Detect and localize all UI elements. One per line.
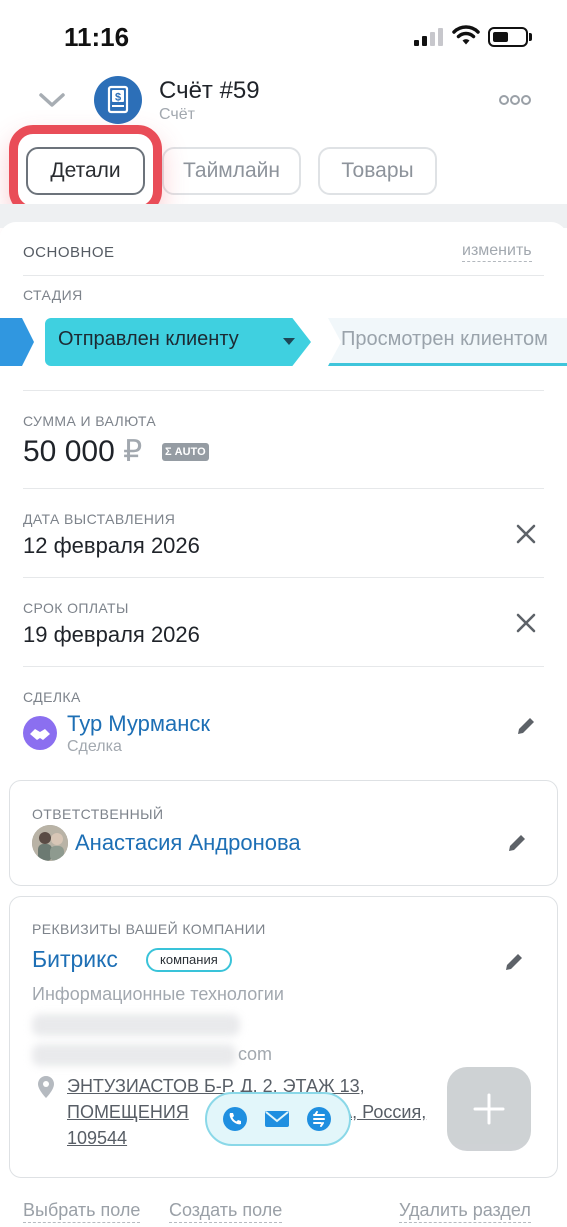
phone-icon[interactable] bbox=[222, 1106, 248, 1132]
battery-tip bbox=[529, 33, 532, 41]
close-icon[interactable] bbox=[515, 612, 537, 634]
amount-number: 50 000 bbox=[23, 435, 115, 468]
cellular-signal-icon bbox=[414, 28, 444, 46]
due-date-value[interactable]: 19 февраля 2026 bbox=[23, 622, 200, 648]
company-badge: компания bbox=[146, 948, 232, 972]
company-industry: Информационные технологии bbox=[32, 984, 284, 1004]
issue-date-value[interactable]: 12 февраля 2026 bbox=[23, 533, 200, 559]
page-title: Счёт #59 bbox=[159, 77, 260, 104]
edit-section-link[interactable]: изменить bbox=[462, 242, 532, 262]
chevron-down-icon[interactable] bbox=[38, 88, 66, 112]
svg-text:$: $ bbox=[115, 92, 121, 104]
stage-current-label: Отправлен клиенту bbox=[58, 328, 239, 350]
stage-previous[interactable] bbox=[0, 318, 36, 366]
email-suffix: com bbox=[238, 1044, 273, 1064]
amount-label: СУММА И ВАЛЮТА bbox=[23, 413, 157, 429]
issue-date-label: ДАТА ВЫСТАВЛЕНИЯ bbox=[23, 511, 176, 527]
handshake-icon bbox=[30, 729, 50, 740]
responsible-link[interactable]: Анастасия Андронова bbox=[75, 830, 301, 856]
divider bbox=[23, 666, 544, 667]
deal-label: СДЕЛКА bbox=[23, 689, 81, 705]
close-icon[interactable] bbox=[515, 523, 537, 545]
add-button[interactable] bbox=[447, 1067, 531, 1151]
deal-avatar bbox=[23, 716, 57, 750]
company-link[interactable]: Битрикс bbox=[32, 946, 118, 973]
create-field-link[interactable]: Создать поле bbox=[169, 1200, 283, 1223]
wifi-icon bbox=[452, 25, 480, 45]
section-title: ОСНОВНОЕ bbox=[23, 244, 115, 261]
invoice-icon: $ bbox=[107, 85, 129, 114]
user-photo bbox=[32, 825, 68, 861]
auto-label: AUTO bbox=[174, 446, 206, 458]
select-field-link[interactable]: Выбрать поле bbox=[23, 1200, 141, 1223]
stage-next-label: Просмотрен клиентом bbox=[341, 328, 548, 350]
divider bbox=[23, 390, 544, 391]
divider bbox=[23, 275, 544, 276]
location-pin-icon bbox=[38, 1076, 54, 1098]
company-label: РЕКВИЗИТЫ ВАШЕЙ КОМПАНИИ bbox=[32, 921, 266, 937]
tab-highlight-ring bbox=[9, 125, 162, 215]
responsible-label: ОТВЕТСТВЕННЫЙ bbox=[32, 806, 164, 822]
redacted-email bbox=[32, 1044, 236, 1066]
deal-type: Сделка bbox=[67, 738, 122, 755]
redacted-phone bbox=[32, 1014, 240, 1036]
invoice-avatar: $ bbox=[94, 76, 142, 124]
divider bbox=[23, 488, 544, 489]
pencil-icon[interactable] bbox=[505, 831, 529, 855]
currency-symbol: ₽ bbox=[123, 435, 143, 468]
avatar bbox=[32, 825, 68, 861]
auto-sum-badge: Σ AUTO bbox=[162, 443, 209, 461]
amount-value[interactable]: 50 000 ₽ bbox=[23, 434, 142, 469]
tab-timeline[interactable]: Таймлайн bbox=[162, 147, 301, 195]
battery-icon bbox=[488, 27, 528, 47]
address-line-2-start: ПОМЕЩЕНИЯ bbox=[67, 1102, 189, 1122]
pencil-icon[interactable] bbox=[502, 950, 526, 974]
deal-link[interactable]: Тур Мурманск bbox=[67, 711, 210, 737]
communication-bar bbox=[205, 1092, 351, 1146]
divider bbox=[23, 577, 544, 578]
pencil-icon[interactable] bbox=[514, 714, 538, 738]
mail-icon[interactable] bbox=[264, 1106, 290, 1132]
stage-label: СТАДИЯ bbox=[23, 287, 83, 303]
delete-section-link[interactable]: Удалить раздел bbox=[399, 1200, 531, 1223]
more-icon[interactable] bbox=[499, 94, 531, 106]
page-subtitle: Счёт bbox=[159, 106, 195, 123]
tab-products[interactable]: Товары bbox=[318, 147, 437, 195]
chat-icon[interactable] bbox=[306, 1106, 332, 1132]
plus-icon bbox=[473, 1093, 505, 1125]
status-time: 11:16 bbox=[64, 22, 130, 52]
chevron-down-icon bbox=[283, 338, 295, 345]
due-date-label: СРОК ОПЛАТЫ bbox=[23, 600, 129, 616]
